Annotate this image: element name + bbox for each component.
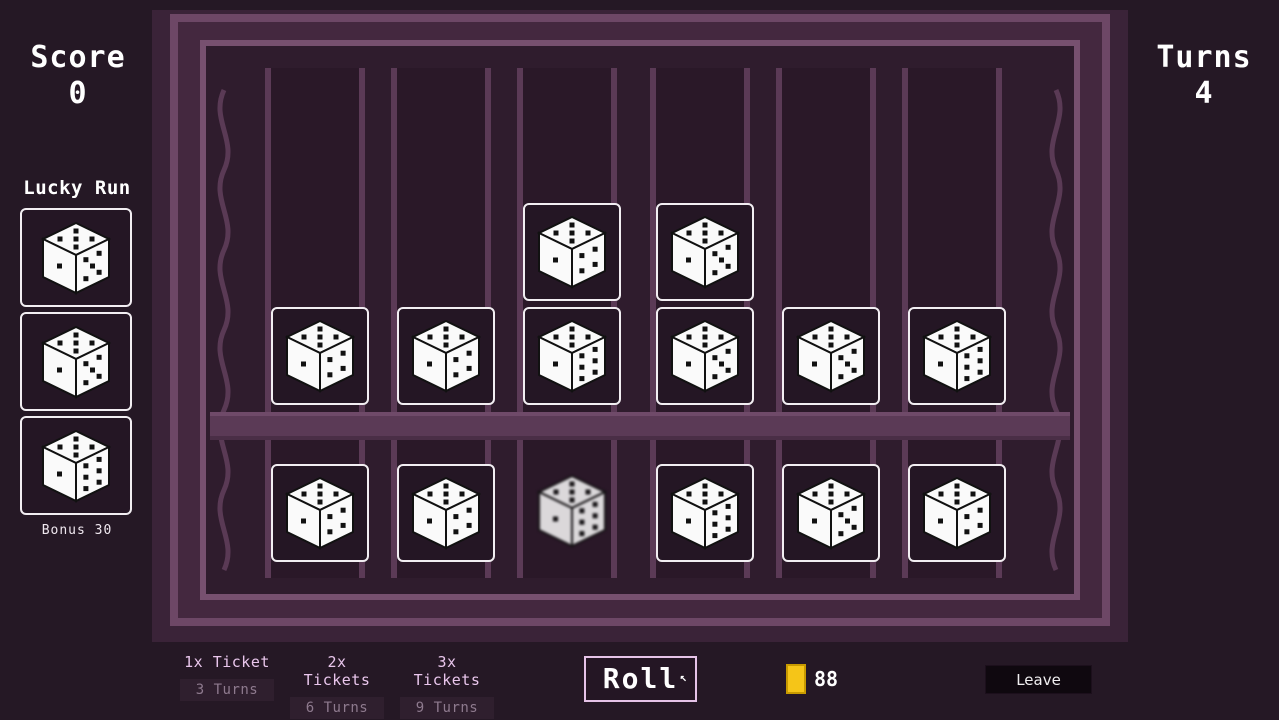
ticket-label: 1x Ticket xyxy=(184,653,270,671)
lucky-run-title: Lucky Run xyxy=(23,177,131,199)
lucky-run-die xyxy=(20,416,132,515)
die-icon xyxy=(669,476,741,550)
die-icon xyxy=(284,476,356,550)
board-die[interactable] xyxy=(782,307,880,405)
board-die[interactable] xyxy=(782,464,880,562)
score-value: 0 xyxy=(68,76,88,111)
ticket-option-3x[interactable]: 3x Tickets 9 Turns xyxy=(400,653,494,719)
coin-icon xyxy=(786,664,806,694)
die-icon xyxy=(536,215,608,289)
lucky-run-die xyxy=(20,208,132,307)
die-icon xyxy=(536,319,608,393)
board-die[interactable] xyxy=(271,307,369,405)
board-die[interactable] xyxy=(397,307,495,405)
lucky-run-die xyxy=(20,312,132,411)
lucky-run-panel: Lucky Run Bonus 30 xyxy=(20,177,134,538)
coin-counter: 88 xyxy=(786,664,838,694)
lucky-run-bonus: Bonus 30 xyxy=(41,523,113,538)
coin-value: 88 xyxy=(814,667,839,691)
board-die[interactable] xyxy=(656,307,754,405)
board-divider xyxy=(210,412,1070,440)
die-icon xyxy=(795,319,867,393)
turns-label: Turns xyxy=(1156,40,1252,75)
leave-button[interactable]: Leave xyxy=(985,665,1092,694)
score-label: Score xyxy=(30,40,126,75)
board-die[interactable] xyxy=(523,203,621,301)
board-die[interactable] xyxy=(656,464,754,562)
die-icon xyxy=(536,474,608,548)
die-icon xyxy=(795,476,867,550)
die-icon xyxy=(921,319,993,393)
die-icon xyxy=(410,319,482,393)
board-die[interactable] xyxy=(271,464,369,562)
die-icon xyxy=(40,221,112,295)
left-ornament-icon xyxy=(217,88,231,572)
ticket-label: 2x Tickets xyxy=(303,653,371,689)
board-die[interactable] xyxy=(523,307,621,405)
board-die[interactable] xyxy=(908,464,1006,562)
rolling-die[interactable] xyxy=(523,464,621,562)
ticket-label: 3x Tickets xyxy=(413,653,481,689)
ticket-option-2x[interactable]: 2x Tickets 6 Turns xyxy=(290,653,384,719)
right-ornament-icon xyxy=(1049,88,1063,572)
roll-button[interactable]: Roll ↖ xyxy=(584,656,697,702)
die-icon xyxy=(669,215,741,289)
die-icon xyxy=(40,325,112,399)
die-icon xyxy=(410,476,482,550)
score-display: Score 0 xyxy=(18,40,138,112)
board-die[interactable] xyxy=(397,464,495,562)
ticket-turns: 6 Turns xyxy=(290,697,384,719)
ticket-option-1x[interactable]: 1x Ticket 3 Turns xyxy=(180,653,274,719)
ticket-options: 1x Ticket 3 Turns 2x Tickets 6 Turns 3x … xyxy=(180,653,494,719)
turns-display: Turns 4 xyxy=(1144,40,1264,112)
ticket-turns: 9 Turns xyxy=(400,697,494,719)
die-icon xyxy=(40,429,112,503)
board-die[interactable] xyxy=(908,307,1006,405)
die-icon xyxy=(921,476,993,550)
die-icon xyxy=(669,319,741,393)
ticket-turns: 3 Turns xyxy=(180,679,274,701)
board-die[interactable] xyxy=(656,203,754,301)
roll-button-label: Roll xyxy=(602,662,679,695)
die-icon xyxy=(284,319,356,393)
cursor-icon: ↖ xyxy=(679,670,689,684)
turns-value: 4 xyxy=(1194,76,1214,111)
